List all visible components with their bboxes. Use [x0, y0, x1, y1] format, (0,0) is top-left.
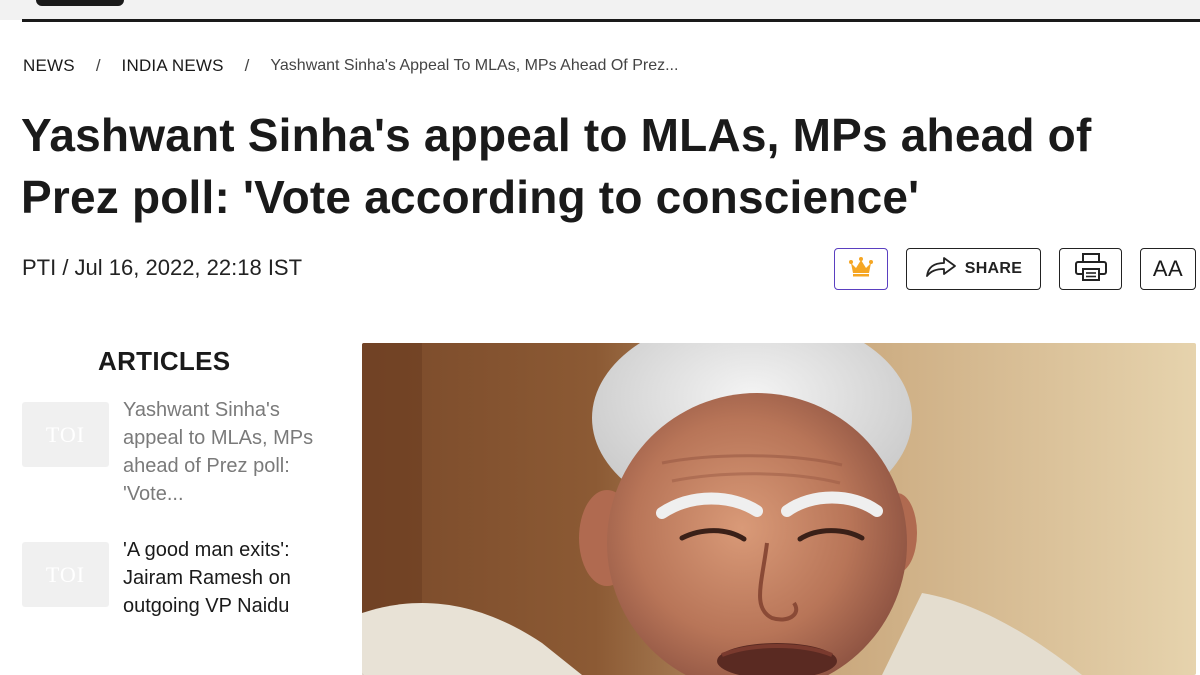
top-nav-tab[interactable]	[36, 0, 124, 6]
sidebar-article-title: 'A good man exits': Jairam Ramesh on out…	[123, 539, 291, 617]
top-strip	[0, 0, 1200, 20]
font-size-button[interactable]: AA	[1140, 248, 1196, 290]
article-byline: PTI / Jul 16, 2022, 22:18 IST	[22, 255, 303, 280]
article-thumbnail: TOI	[22, 542, 109, 607]
breadcrumb-separator: /	[95, 56, 101, 75]
breadcrumb-current: Yashwant Sinha's Appeal To MLAs, MPs Ahe…	[270, 57, 679, 74]
article-hero-image	[362, 343, 1196, 675]
article-thumbnail: TOI	[22, 402, 109, 467]
header-divider	[22, 19, 1200, 22]
prime-button[interactable]	[834, 248, 888, 290]
toi-logo: TOI	[45, 561, 86, 587]
breadcrumb-news-link[interactable]: NEWS	[23, 56, 75, 76]
share-button[interactable]: SHARE	[906, 248, 1041, 290]
breadcrumb-india-news-link[interactable]: INDIA NEWS	[122, 56, 224, 76]
print-button[interactable]	[1059, 248, 1122, 290]
article-headline: Yashwant Sinha's appeal to MLAs, MPs ahe…	[21, 109, 1092, 223]
sidebar-articles-title: ARTICLES	[98, 346, 231, 376]
breadcrumb-separator: /	[244, 56, 250, 75]
yashwant-sinha-photo-icon	[362, 343, 1196, 675]
sidebar-article-title: Yashwant Sinha's appeal to MLAs, MPs ahe…	[123, 399, 314, 505]
toi-logo: TOI	[45, 421, 86, 447]
breadcrumb: NEWS / INDIA NEWS / Yashwant Sinha's App…	[23, 55, 678, 77]
crown-icon	[848, 256, 874, 283]
share-label: SHARE	[964, 260, 1023, 277]
printer-icon	[1074, 252, 1108, 287]
share-arrow-icon	[925, 256, 957, 283]
font-size-label: AA	[1152, 256, 1184, 281]
